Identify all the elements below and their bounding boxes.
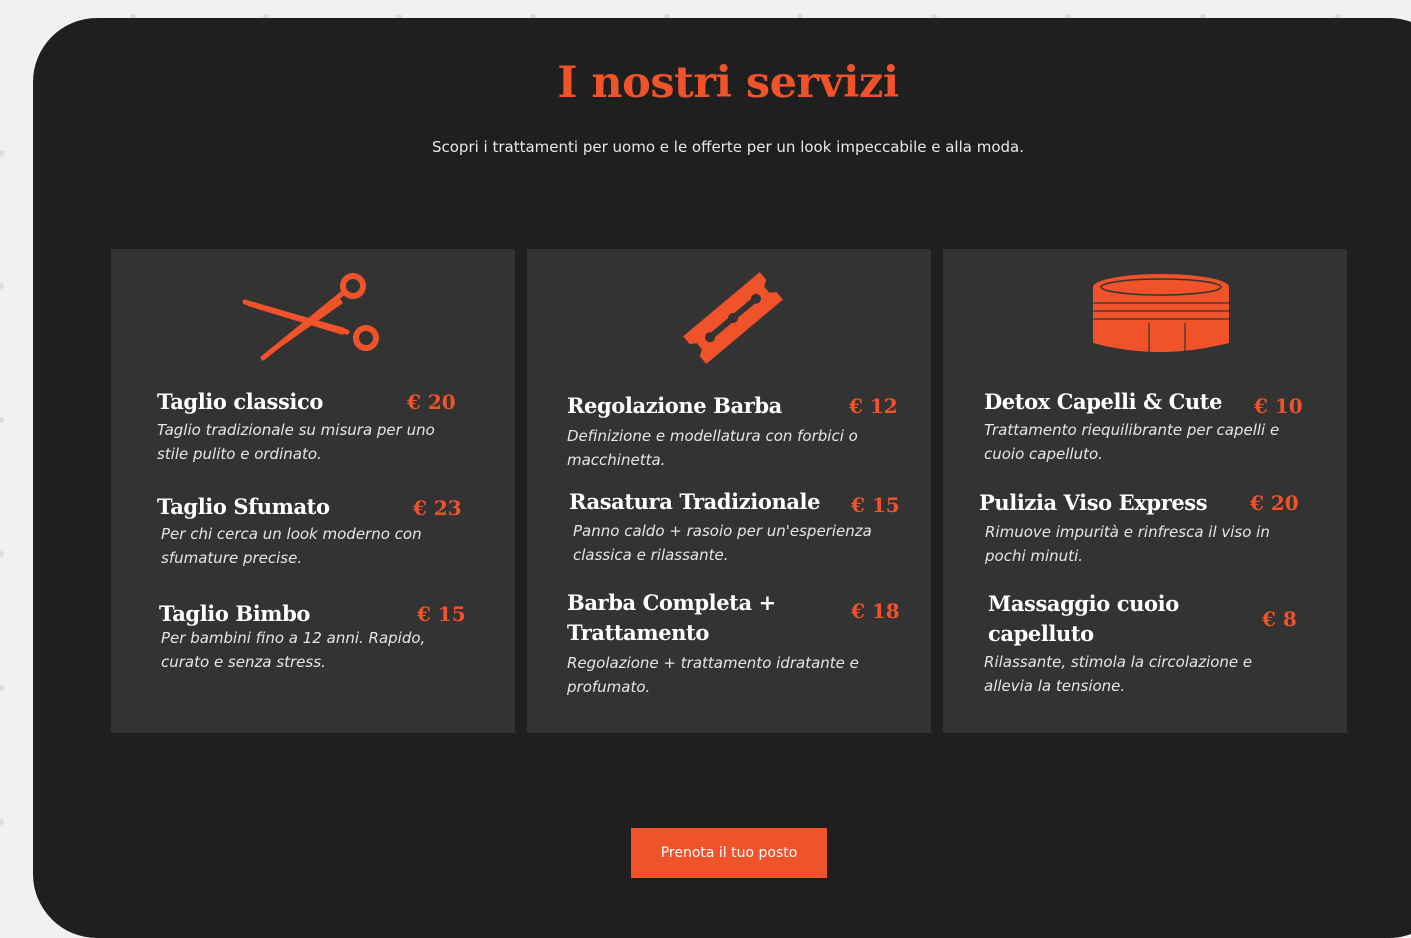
- service-description: Regolazione + trattamento idratante e pr…: [567, 654, 859, 696]
- service-name: Taglio Sfumato: [157, 494, 330, 519]
- service-name: Detox Capelli & Cute: [984, 389, 1223, 414]
- service-price: € 20: [407, 390, 456, 414]
- service-description: Rilassante, stimola la circolazione e al…: [984, 653, 1253, 695]
- service-price: € 23: [413, 496, 462, 520]
- service-price: € 20: [1250, 491, 1299, 515]
- services-section: I nostri servizi Scopri i trattamenti pe…: [33, 18, 1411, 938]
- service-item: Barba Completa + Trattamento € 18 Regola…: [567, 588, 900, 698]
- service-description: Definizione e modellatura con forbici o …: [567, 427, 858, 469]
- service-description: Panno caldo + rasoio per un'esperienza c…: [573, 522, 872, 564]
- section-title: I nostri servizi: [557, 58, 899, 108]
- service-item: Detox Capelli & Cute € 10 Trattamento ri…: [984, 387, 1314, 467]
- service-card-haircuts: Taglio classico € 20 Taglio tradizionale…: [111, 249, 515, 733]
- service-name: Barba Completa + Trattamento: [567, 590, 776, 645]
- service-item: Taglio classico € 20 Taglio tradizionale…: [157, 387, 457, 467]
- service-card-beard: Regolazione Barba € 12 Definizione e mod…: [527, 249, 931, 733]
- service-item: Massaggio cuoio capelluto € 8 Rilassante…: [984, 589, 1318, 699]
- service-description: Rimuove impurità e rinfresca il viso in …: [985, 523, 1270, 565]
- scissors-icon: [242, 273, 379, 361]
- service-price: € 18: [851, 599, 900, 623]
- service-name: Taglio classico: [157, 389, 323, 414]
- service-name: Massaggio cuoio capelluto: [988, 591, 1179, 646]
- book-appointment-button[interactable]: Prenota il tuo posto: [631, 828, 827, 878]
- service-item: Rasatura Tradizionale € 15 Panno caldo +…: [569, 487, 900, 567]
- service-name: Pulizia Viso Express: [979, 490, 1208, 515]
- service-price: € 15: [417, 602, 466, 626]
- pomade-jar-icon: [1093, 274, 1229, 353]
- service-description: Taglio tradizionale su misura per uno st…: [157, 421, 435, 463]
- service-name: Rasatura Tradizionale: [569, 489, 821, 514]
- service-price: € 8: [1262, 607, 1297, 631]
- service-item: Regolazione Barba € 12 Definizione e mod…: [567, 391, 898, 471]
- service-price: € 12: [849, 394, 898, 418]
- razor-blade-icon: [683, 272, 783, 364]
- service-price: € 10: [1254, 394, 1303, 418]
- service-description: Per bambini fino a 12 anni. Rapido, cura…: [161, 629, 426, 671]
- service-item: Pulizia Viso Express € 20 Rimuove impuri…: [979, 488, 1309, 568]
- service-description: Per chi cerca un look moderno con sfumat…: [161, 525, 422, 567]
- service-description: Trattamento riequilibrante per capelli e…: [984, 421, 1280, 463]
- service-item: Taglio Sfumato € 23 Per chi cerca un loo…: [157, 492, 462, 572]
- service-card-care: Detox Capelli & Cute € 10 Trattamento ri…: [943, 249, 1347, 733]
- service-name: Taglio Bimbo: [159, 601, 311, 626]
- service-name: Regolazione Barba: [567, 393, 782, 418]
- section-subtitle: Scopri i trattamenti per uomo e le offer…: [431, 138, 1024, 156]
- service-price: € 15: [851, 493, 900, 517]
- service-item: Taglio Bimbo € 15 Per bambini fino a 12 …: [159, 599, 466, 679]
